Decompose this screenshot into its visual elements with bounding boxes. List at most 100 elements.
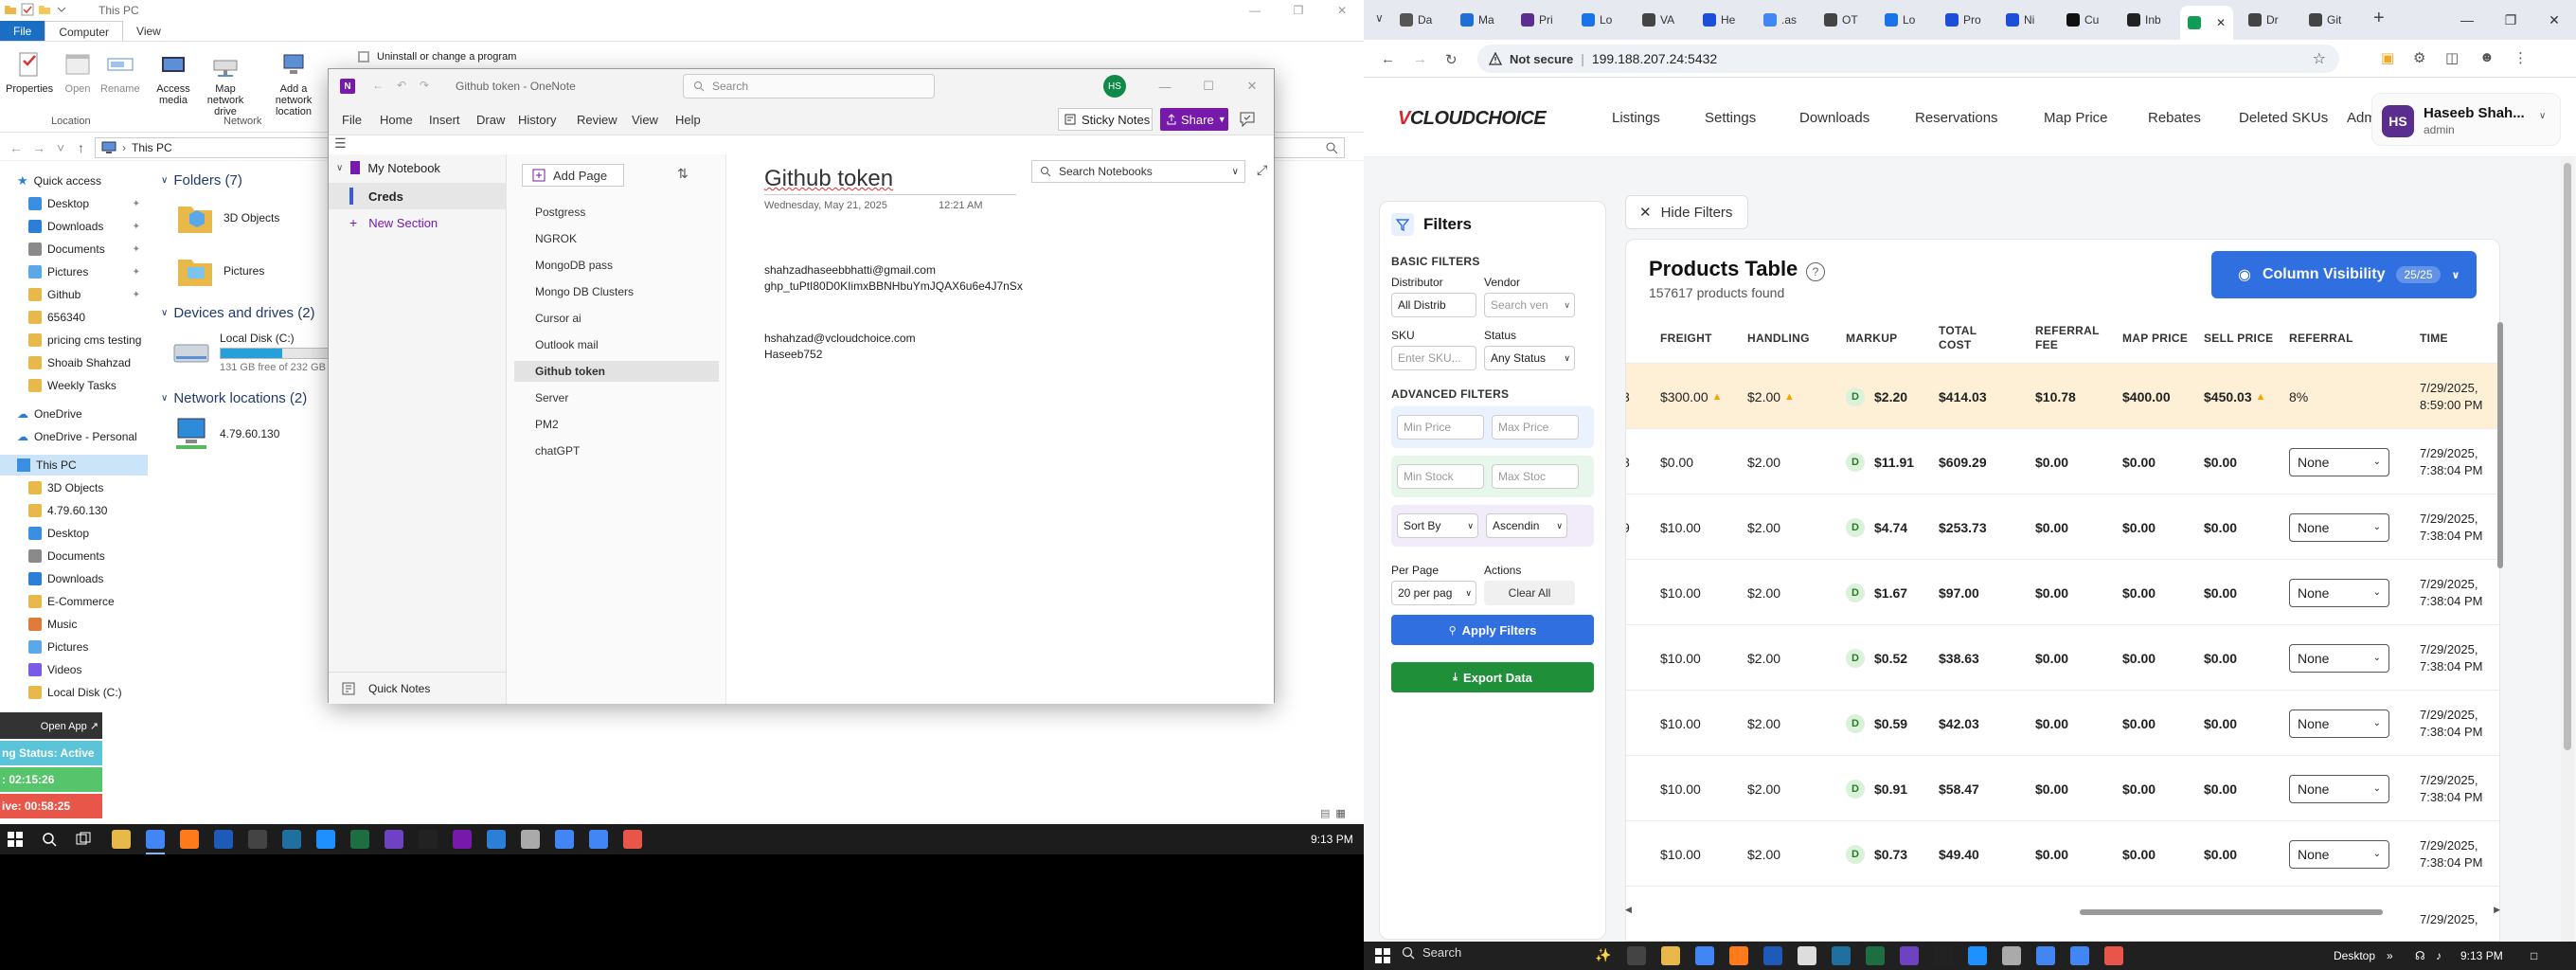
quick-notes-button[interactable]: Quick Notes	[329, 672, 507, 704]
nav-pc-item[interactable]: Desktop	[0, 523, 148, 544]
nav-this-pc[interactable]: This PC	[0, 455, 148, 476]
table-vertical-scrollbar[interactable]	[2496, 180, 2504, 900]
back-arrow-icon[interactable]: ←	[9, 140, 23, 155]
taskbar-app-icon[interactable]	[1627, 946, 1646, 965]
column-header[interactable]: TIME	[2420, 315, 2499, 361]
map-network-drive-button[interactable]: Map network drive	[197, 49, 254, 117]
new-tab-plus-icon[interactable]: +	[2373, 8, 2385, 29]
network-tile[interactable]: 4.79.60.130	[170, 413, 279, 455]
scrollbar-thumb[interactable]	[2080, 909, 2383, 915]
close-button[interactable]: ✕	[2532, 0, 2576, 40]
nav-downloads[interactable]: Downloads	[1799, 110, 1869, 126]
referral-select[interactable]: None ⌄	[2289, 578, 2389, 607]
export-data-button[interactable]: ⤓ Export Data	[1391, 662, 1594, 692]
table-row[interactable]: $10.00 $2.00 D $0.52 $38.63 $0.00 $0.00 $0.00 No…	[1626, 624, 2499, 690]
taskbar-app-icon[interactable]	[1968, 946, 1987, 965]
open-app-button[interactable]: Open App ↗	[0, 712, 102, 739]
page-item[interactable]: Server	[514, 387, 719, 408]
taskbar-app-icon[interactable]	[1729, 946, 1748, 965]
onenote-search-box[interactable]: Search	[683, 74, 935, 99]
taskbar-app-icon[interactable]	[385, 830, 403, 849]
nav-onedrive-personal[interactable]: ☁ OneDrive - Personal	[0, 426, 148, 447]
extensions-puzzle-icon[interactable]: ⚙	[2413, 49, 2425, 66]
restore-button[interactable]: ❐	[2489, 0, 2532, 40]
column-header[interactable]: REFERRAL	[2289, 315, 2384, 361]
tab-search-chevron-icon[interactable]: ∨	[1375, 11, 1384, 25]
nav-listings[interactable]: Listings	[1612, 110, 1660, 126]
share-button[interactable]: Share ▼	[1160, 108, 1228, 131]
column-header[interactable]: HANDLING	[1747, 315, 1842, 361]
menu-review[interactable]: Review	[577, 113, 617, 127]
back-arrow-icon[interactable]: ←	[1381, 51, 1395, 67]
taskbar-app-icon[interactable]	[2070, 946, 2089, 965]
windows-start-icon[interactable]	[8, 832, 23, 847]
taskbar-app-icon[interactable]	[1661, 946, 1680, 965]
table-row[interactable]: $10.00 $2.00 D $0.91 $58.47 $0.00 $0.00 $0.00 No…	[1626, 755, 2499, 820]
taskbar-app-icon[interactable]	[248, 830, 267, 849]
taskbar-app-icon[interactable]	[2104, 946, 2123, 965]
chevron-down-icon[interactable]	[55, 3, 68, 16]
menu-file[interactable]: File	[342, 113, 362, 127]
task-view-icon[interactable]	[76, 832, 91, 847]
minimize-button[interactable]: —	[1143, 69, 1187, 103]
user-profile-card[interactable]: HS Haseeb Shah... admin ∨	[2371, 93, 2561, 146]
browser-tab[interactable]: OT	[1816, 8, 1869, 32]
taskbar-app-icon[interactable]	[419, 830, 438, 849]
taskbar-app-icon[interactable]	[350, 830, 369, 849]
volume-icon[interactable]: ♪	[2436, 949, 2442, 962]
status-select[interactable]: Any Status ∨	[1484, 346, 1575, 370]
tab-view[interactable]: View	[123, 21, 174, 41]
table-row[interactable]: $10.00 $2.00 D $0.59 $42.03 $0.00 $0.00 $0.00 No…	[1626, 690, 2499, 755]
nav-onedrive[interactable]: ☁ OneDrive	[0, 404, 148, 424]
min-price-input[interactable]: Min Price	[1397, 415, 1484, 440]
taskbar-app-icon[interactable]	[214, 830, 233, 849]
browser-tab[interactable]: VA	[1635, 8, 1688, 32]
browser-tab[interactable]: ✕	[2180, 6, 2233, 40]
windows-start-icon[interactable]	[1375, 948, 1390, 963]
copilot-sparkle-icon[interactable]: ✨	[1595, 947, 1611, 963]
max-price-input[interactable]: Max Price	[1492, 415, 1579, 440]
taskbar-app-icon[interactable]	[112, 830, 131, 849]
nav-pc-item[interactable]: Local Disk (C:)	[0, 682, 148, 703]
taskbar-app-icon[interactable]	[1900, 946, 1919, 965]
details-view-icon[interactable]: ▤	[1320, 807, 1330, 819]
tab-file[interactable]: File	[0, 21, 45, 41]
min-stock-input[interactable]: Min Stock	[1397, 464, 1484, 489]
max-stock-input[interactable]: Max Stoc	[1492, 464, 1579, 489]
search-icon[interactable]	[42, 832, 57, 847]
nav-settings[interactable]: Settings	[1705, 110, 1756, 126]
nav-item[interactable]: Desktop ✦	[0, 193, 148, 214]
distributor-select[interactable]: All Distrib	[1391, 293, 1476, 317]
column-header[interactable]: REFERRAL FEE	[2035, 315, 2102, 361]
notification-icon[interactable]: □	[2531, 949, 2537, 962]
browser-tab[interactable]: Pri	[1513, 8, 1566, 32]
per-page-select[interactable]: 20 per pag ∨	[1391, 581, 1476, 605]
tray-chevron-icon[interactable]: »	[2387, 949, 2393, 962]
vcloudchoice-logo[interactable]: VCLOUDCHOICE	[1398, 108, 1547, 130]
folder-icon[interactable]	[4, 3, 17, 16]
properties-button[interactable]: Properties	[6, 49, 53, 95]
undo-icon[interactable]: ↶	[397, 79, 406, 92]
help-icon[interactable]: ?	[1806, 262, 1825, 281]
nav-pc-item[interactable]: Pictures	[0, 637, 148, 657]
browser-tab[interactable]: .as	[1756, 8, 1809, 32]
apply-filters-button[interactable]: ⚲ Apply Filters	[1391, 615, 1594, 645]
folder-tile-3d-objects[interactable]: 3D Objects	[174, 197, 279, 239]
close-button[interactable]: ✕	[1230, 69, 1274, 103]
browser-tab[interactable]: He	[1695, 8, 1748, 32]
kebab-menu-icon[interactable]: ⋮	[2513, 49, 2528, 66]
table-row[interactable]: 8 $0.00 $2.00 D $11.91 $609.29 $0.00 $0.00 $0.00…	[1626, 428, 2499, 494]
nav-item[interactable]: Pictures ✦	[0, 261, 148, 282]
column-header[interactable]: MAP PRICE	[2122, 315, 2217, 361]
restore-button[interactable]: ❐	[1277, 0, 1320, 21]
page-item[interactable]: chatGPT	[514, 440, 719, 461]
scroll-right-icon[interactable]: ▶	[2494, 905, 2500, 915]
nav-item[interactable]: Shoaib Shahzad	[0, 352, 148, 373]
browser-tab[interactable]: Cu	[2059, 8, 2112, 32]
nav-item[interactable]: Weekly Tasks	[0, 375, 148, 396]
nav-pc-item[interactable]: Downloads	[0, 568, 148, 589]
sku-input[interactable]: Enter SKU...	[1391, 346, 1476, 370]
tab-computer[interactable]: Computer	[45, 21, 124, 41]
nav-deleted-skus[interactable]: Deleted SKUs	[2239, 110, 2328, 126]
nav-pc-item[interactable]: Music	[0, 614, 148, 635]
